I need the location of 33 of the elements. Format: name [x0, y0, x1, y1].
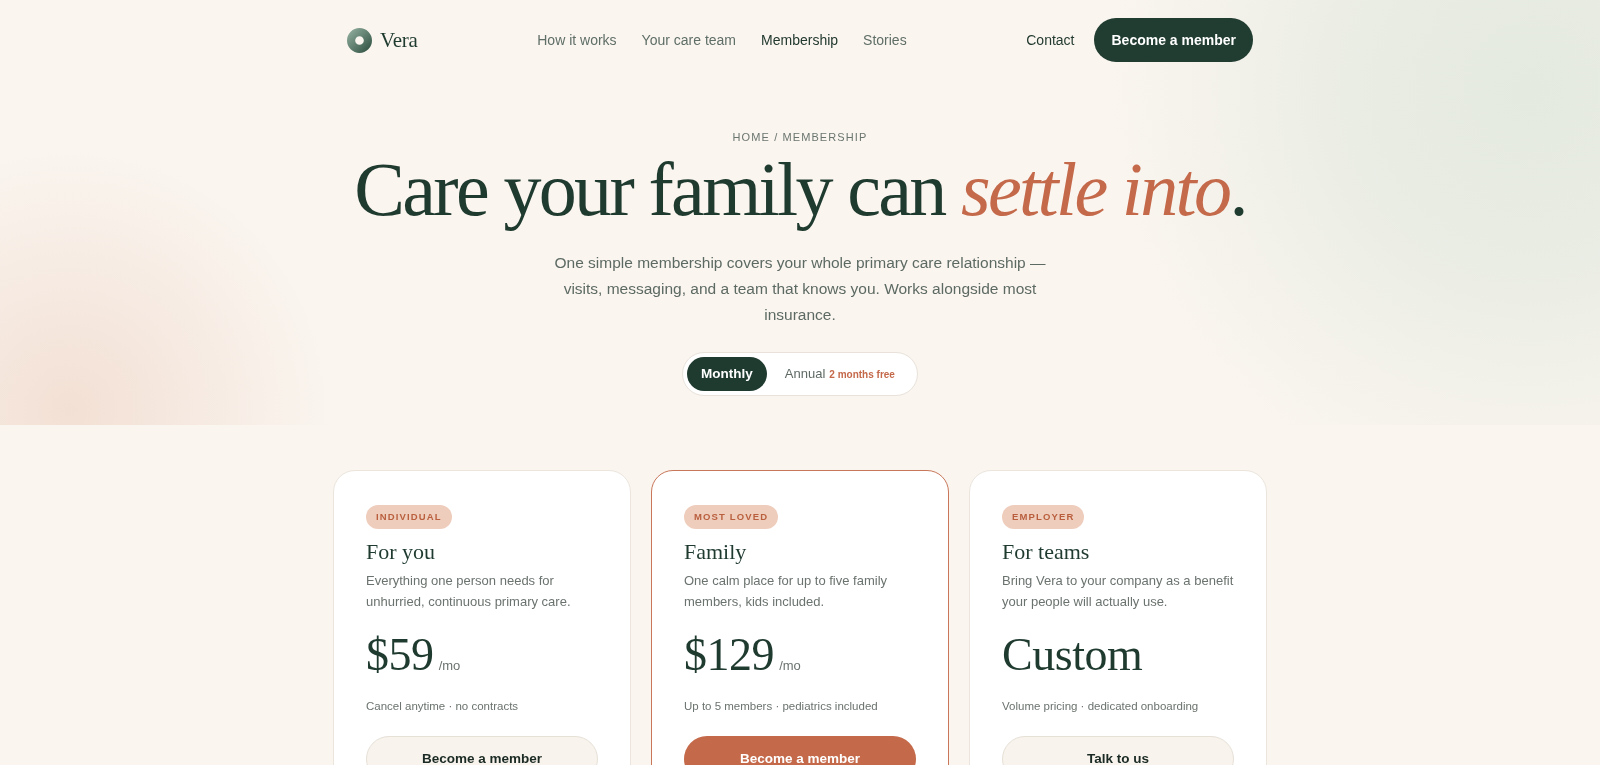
nav-link[interactable]: How it works	[537, 29, 617, 51]
billing-option[interactable]: Monthly	[687, 357, 767, 391]
plan-badge: INDIVIDUAL	[366, 505, 452, 529]
plan-button[interactable]: Talk to us	[1002, 736, 1234, 765]
ring-logo-icon	[347, 27, 372, 53]
plan-badge: MOST LOVED	[684, 505, 779, 529]
plan-description: One calm place for up to five family members, kids included.	[684, 572, 889, 611]
plan-description: Everything one person needs for unhurried, continuous primary care.	[366, 572, 572, 611]
price-period: /mo	[438, 657, 461, 675]
plan-title: For you	[366, 538, 437, 566]
plan-title: For teams	[1002, 538, 1091, 566]
plan-note: Up to 5 members · pediatrics included	[684, 699, 879, 714]
nav-link[interactable]: Your care team	[641, 29, 737, 51]
plan-badge: EMPLOYER	[1002, 505, 1085, 529]
plan-price: $59	[366, 632, 434, 678]
billing-option[interactable]: Annual 2 months free	[766, 357, 913, 391]
plan-title: Family	[684, 538, 748, 566]
plan-button[interactable]: Become a member	[366, 736, 598, 765]
plan-description: Bring Vera to your company as a benefit your people will actually use.	[1002, 572, 1234, 611]
breadcrumb: HOME / MEMBERSHIP	[732, 130, 868, 144]
plan-price: $129	[684, 632, 775, 678]
discount-label: 2 months free	[829, 367, 895, 382]
nav-link[interactable]: Membership	[761, 29, 839, 51]
plan-button[interactable]: Become a member	[684, 736, 916, 765]
contact-link[interactable]: Contact	[1026, 29, 1075, 51]
become-member-button[interactable]: Become a member	[1094, 18, 1253, 62]
plan-price: Custom	[1002, 632, 1143, 678]
nav-link[interactable]: Stories	[863, 29, 907, 51]
logo-text[interactable]: Vera	[380, 27, 418, 53]
plan-note: Volume pricing · dedicated onboarding	[1002, 699, 1200, 714]
price-period: /mo	[779, 657, 801, 675]
hero-description: One simple membership covers your whole primary care relationship — visits, messaging, and a team that knows you. Works alongside most insurance.	[553, 253, 1047, 325]
plan-note: Cancel anytime · no contracts	[366, 699, 520, 714]
